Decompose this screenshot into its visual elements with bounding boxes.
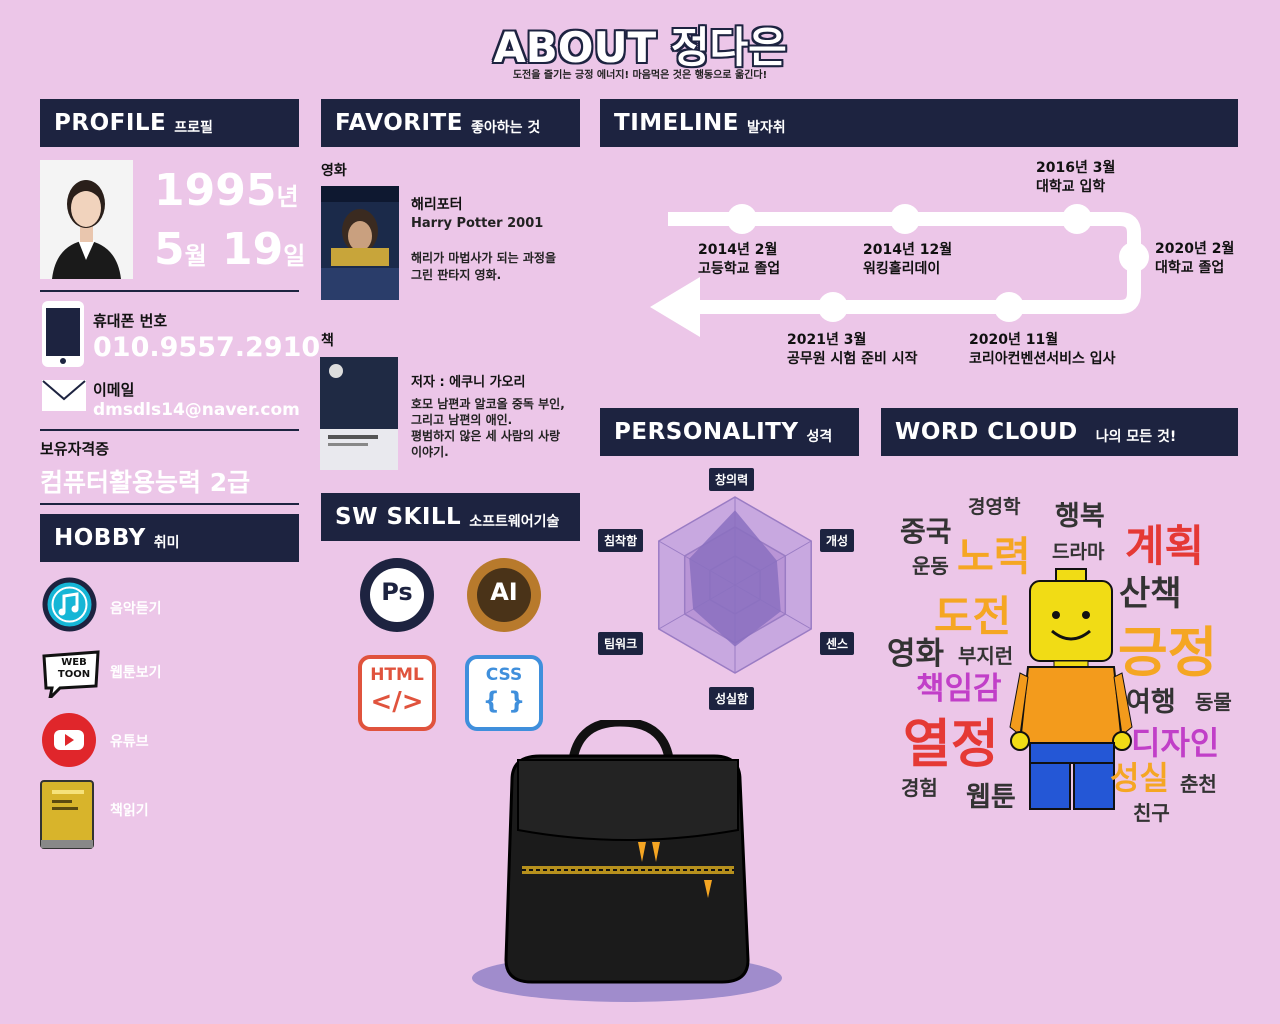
movie-description: 해리가 마법사가 되는 과정을 그린 판타지 영화. [411,251,557,282]
youtube-icon [42,713,96,767]
photoshop-icon: Ps [358,556,436,634]
movie-subtitle: Harry Potter 2001 [411,216,544,231]
wordcloud-heading-kr: 나의 모든 것! [1095,429,1177,445]
radar-axis-label: 개성 [820,529,855,552]
timeline-event: 2014년 2월 고등학교 졸업 [698,242,781,277]
html-icon: HTML </> [358,655,436,731]
profile-header: PROFILE 프로필 [40,99,299,147]
personality-heading-kr: 성격 [806,429,833,445]
skill-heading: SW SKILL [335,504,462,530]
personality-header: PERSONALITY 성격 [600,408,859,456]
word-cloud-word: 친구 [1133,801,1170,825]
word-cloud-word: 계획 [1125,522,1205,572]
cert-value: 컴퓨터활용능력 2급 [40,468,251,497]
book-author: 저자 : 에쿠니 가오리 [411,375,526,390]
cert-label: 보유자격증 [40,440,110,458]
mail-icon [42,380,86,411]
word-cloud-word: 성실 [1110,759,1169,797]
profile-heading-kr: 프로필 [174,120,213,136]
timeline-event: 2014년 12월 워킹홀리데이 [863,242,953,277]
hobby-heading-kr: 취미 [153,535,180,551]
radar-axis-label: 창의력 [709,468,755,491]
email-address: dmsdls14@naver.com [93,400,300,420]
birth-year: 1995년 [154,165,299,216]
timeline-event: 2016년 3월 대학교 입학 [1036,160,1116,195]
hobby-heading: HOBBY [54,525,146,551]
word-cloud-word: 웹툰 [966,782,1016,813]
wordcloud-heading: WORD CLOUD [895,419,1078,445]
hobby-label: 음악듣기 [110,601,162,617]
book-description: 호모 남편과 알코올 중독 부인, 그리고 남편의 애인. 평범하지 않은 세 … [411,397,565,459]
word-cloud-word: 드라마 [1052,541,1105,563]
timeline-event: 2020년 2월 대학교 졸업 [1155,241,1235,276]
word-cloud-word: 열정 [903,715,999,775]
favorite-heading: FAVORITE [335,110,463,136]
music-icon [42,577,97,632]
profile-photo [40,160,133,279]
word-cloud-word: 도전 [934,592,1012,641]
phone-icon [42,301,84,367]
word-cloud-word: 경영학 [968,496,1021,518]
phone-number: 010.9557.2910 [93,332,321,363]
wordcloud-header: WORD CLOUD 나의 모든 것! [881,408,1238,456]
personality-heading: PERSONALITY [614,419,799,445]
hobby-header: HOBBY 취미 [40,514,299,562]
word-cloud-word: 운동 [912,554,949,578]
profile-heading: PROFILE [54,110,167,136]
movie-title: 해리포터 [411,197,463,213]
timeline-event: 2021년 3월 공무원 시험 준비 시작 [787,332,918,367]
divider [40,290,299,292]
hobby-label: 책읽기 [110,803,149,819]
radar-chart [658,496,812,674]
portrait-icon [40,160,133,279]
timeline-event: 2020년 11월 코리아컨벤션서비스 입사 [969,332,1116,367]
divider [40,503,299,505]
word-cloud-word: 여행 [1126,687,1176,718]
skill-heading-kr: 소프트웨어기술 [469,514,560,530]
word-cloud-word: 춘천 [1180,772,1217,796]
illustrator-icon: AI [465,556,543,634]
radar-axis-label: 침착함 [598,529,644,552]
hobby-label: 웹툰보기 [110,665,162,681]
movie-poster-icon [321,186,399,300]
timeline-header: TIMELINE 발자취 [600,99,1238,147]
movie-label: 영화 [321,163,347,179]
radar-axis-label: 팀워크 [598,632,644,655]
word-cloud-word: 경험 [901,776,938,800]
radar-axis-label: 센스 [820,632,855,655]
radar-axis-label: 성실함 [709,687,755,710]
word-cloud-word: 동물 [1195,690,1232,714]
page-subtitle: 도전을 즐기는 긍정 에너지! 마음먹은 것은 행동으로 옮긴다! [512,70,768,81]
hobby-label: 유튜브 [110,734,149,750]
word-cloud-word: 행복 [1055,501,1105,532]
book-label: 책 [321,333,334,349]
timeline-heading-kr: 발자취 [747,120,786,136]
favorite-heading-kr: 좋아하는 것 [470,120,541,136]
backpack-icon [472,720,782,1002]
word-cloud-word: 노력 [957,534,1031,580]
skill-header: SW SKILL 소프트웨어기술 [321,493,580,541]
book-icon [40,780,94,849]
email-label: 이메일 [93,381,135,399]
favorite-header: FAVORITE 좋아하는 것 [321,99,580,147]
word-cloud-word: 긍정 [1118,621,1218,684]
phone-label: 휴대폰 번호 [93,312,168,330]
book-cover-icon [320,357,398,470]
divider [40,429,299,431]
birth-month-day: 5월 19일 [154,224,306,275]
timeline-heading: TIMELINE [614,110,740,136]
webtoon-icon: WEB TOON [40,648,102,698]
word-cloud-word: 중국 [900,515,952,548]
